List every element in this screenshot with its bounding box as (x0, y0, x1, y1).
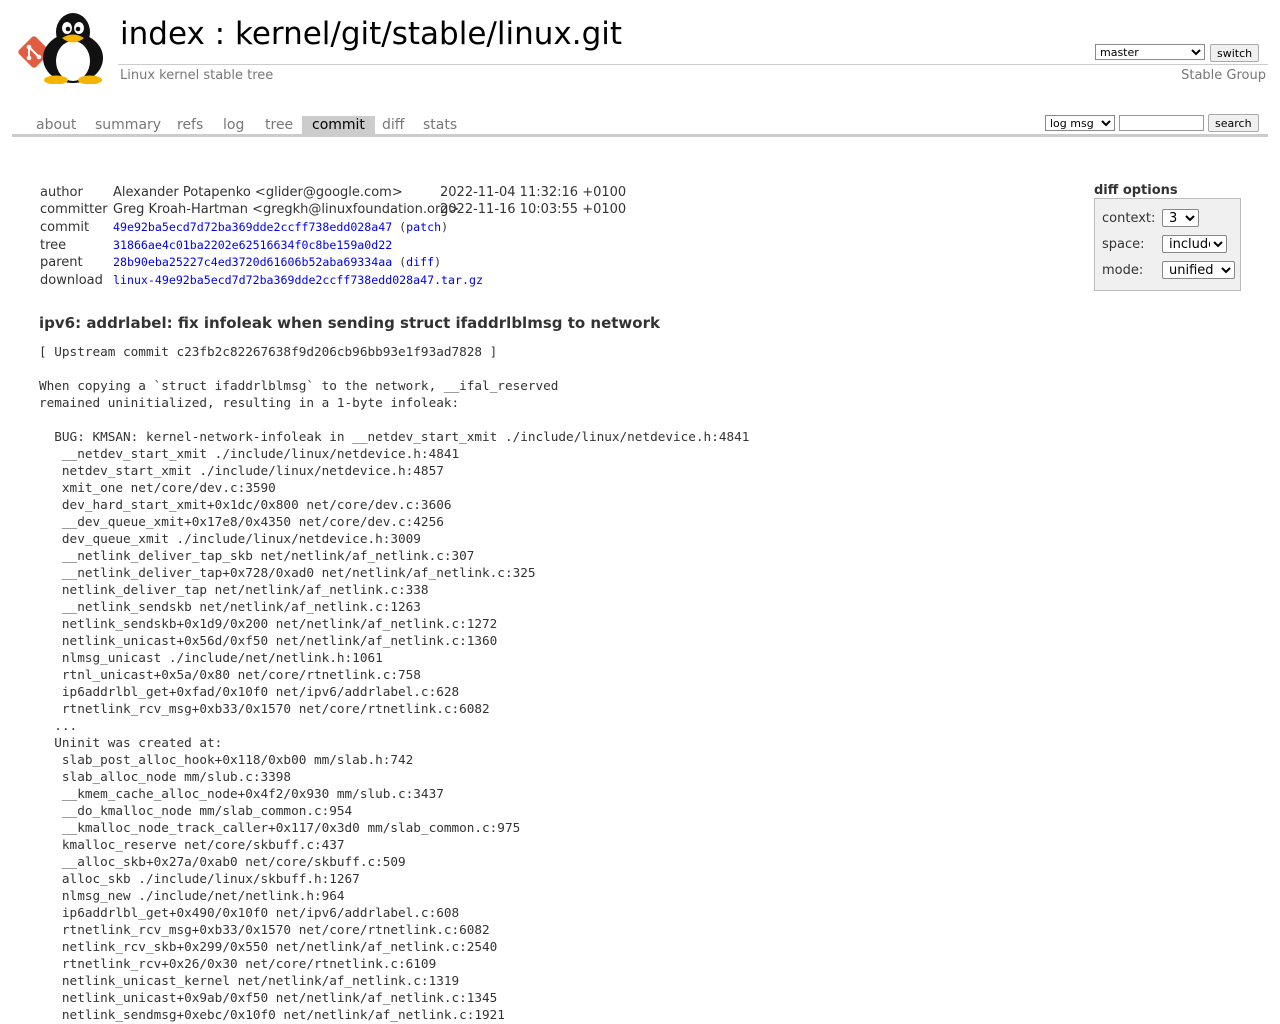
tab-summary[interactable]: summary (85, 116, 171, 135)
committer-label: committer (40, 202, 108, 217)
parent-paren-open: ( (392, 255, 407, 269)
title-index-link[interactable]: index (120, 16, 205, 52)
search-button[interactable]: search (1208, 114, 1259, 132)
tux-penguin-icon (43, 13, 103, 84)
mode-option-row: mode: unified (1102, 261, 1235, 281)
search-type-select[interactable]: log msg (1045, 115, 1115, 131)
diff-options-panel: context: 3 space: include mode: unified (1094, 198, 1241, 291)
diff-options-title: diff options (1094, 183, 1178, 198)
parent-paren-close: ) (434, 255, 442, 269)
search-form: log msg search (1045, 114, 1259, 132)
space-select[interactable]: include (1162, 235, 1227, 253)
tree-label: tree (40, 238, 67, 253)
search-input[interactable] (1119, 115, 1204, 131)
context-select[interactable]: 3 (1162, 209, 1199, 227)
author-label: author (40, 185, 83, 200)
context-option-row: context: 3 (1102, 209, 1199, 229)
space-option-row: space: include (1102, 235, 1227, 255)
parent-label: parent (40, 255, 83, 270)
switch-button[interactable]: switch (1210, 44, 1260, 62)
download-tarball-link[interactable]: linux-49e92ba5ecd7d72ba369dde2ccff738edd… (113, 272, 483, 289)
parent-hash-link[interactable]: 28b90eba25227c4ed3720d61606b52aba69334aa (113, 255, 392, 269)
tab-diff[interactable]: diff (372, 116, 414, 135)
tab-log[interactable]: log (213, 116, 254, 135)
tab-refs[interactable]: refs (167, 116, 213, 135)
author-date: 2022-11-04 11:32:16 +0100 (440, 185, 627, 200)
commit-label: commit (40, 220, 90, 235)
download-label: download (40, 273, 103, 288)
tab-stats[interactable]: stats (413, 116, 467, 135)
commit-subject: ipv6: addrlabel: fix infoleak when sendi… (39, 314, 660, 332)
author-value: Alexander Potapenko <glider@google.com> (113, 185, 403, 200)
repo-owner: Stable Group (1181, 68, 1266, 83)
tab-commit[interactable]: commit (302, 116, 375, 135)
tab-about[interactable]: about (26, 116, 86, 135)
commit-paren-close: ) (441, 220, 449, 234)
parent-diff-link[interactable]: diff (406, 255, 434, 269)
parent-hash-group: 28b90eba25227c4ed3720d61606b52aba69334aa… (113, 254, 441, 271)
header-divider (118, 64, 1268, 65)
context-label: context: (1102, 211, 1156, 226)
branch-switch-form: master switch (1095, 44, 1260, 62)
title-separator: : (204, 16, 235, 52)
page-title: index : kernel/git/stable/linux.git (120, 16, 622, 52)
repo-description: Linux kernel stable tree (120, 68, 274, 83)
tree-hash-link[interactable]: 31866ae4c01ba2202e62516634f0c8be159a0d22 (113, 237, 392, 254)
branch-select[interactable]: master (1095, 44, 1205, 60)
mode-label: mode: (1102, 263, 1144, 278)
commit-hash-group: 49e92ba5ecd7d72ba369dde2ccff738edd028a47… (113, 219, 448, 236)
patch-link[interactable]: patch (406, 220, 441, 234)
committer-date: 2022-11-16 10:03:55 +0100 (440, 202, 627, 217)
commit-hash-link[interactable]: 49e92ba5ecd7d72ba369dde2ccff738edd028a47 (113, 220, 392, 234)
title-repo-link[interactable]: kernel/git/stable/linux.git (235, 16, 622, 52)
committer-value: Greg Kroah-Hartman <gregkh@linuxfoundati… (113, 202, 460, 217)
mode-select[interactable]: unified (1162, 261, 1235, 279)
space-label: space: (1102, 237, 1145, 252)
commit-message-body: [ Upstream commit c23fb2c82267638f9d206c… (39, 344, 750, 1022)
commit-paren-open: ( (392, 220, 407, 234)
tab-tree[interactable]: tree (255, 116, 303, 135)
